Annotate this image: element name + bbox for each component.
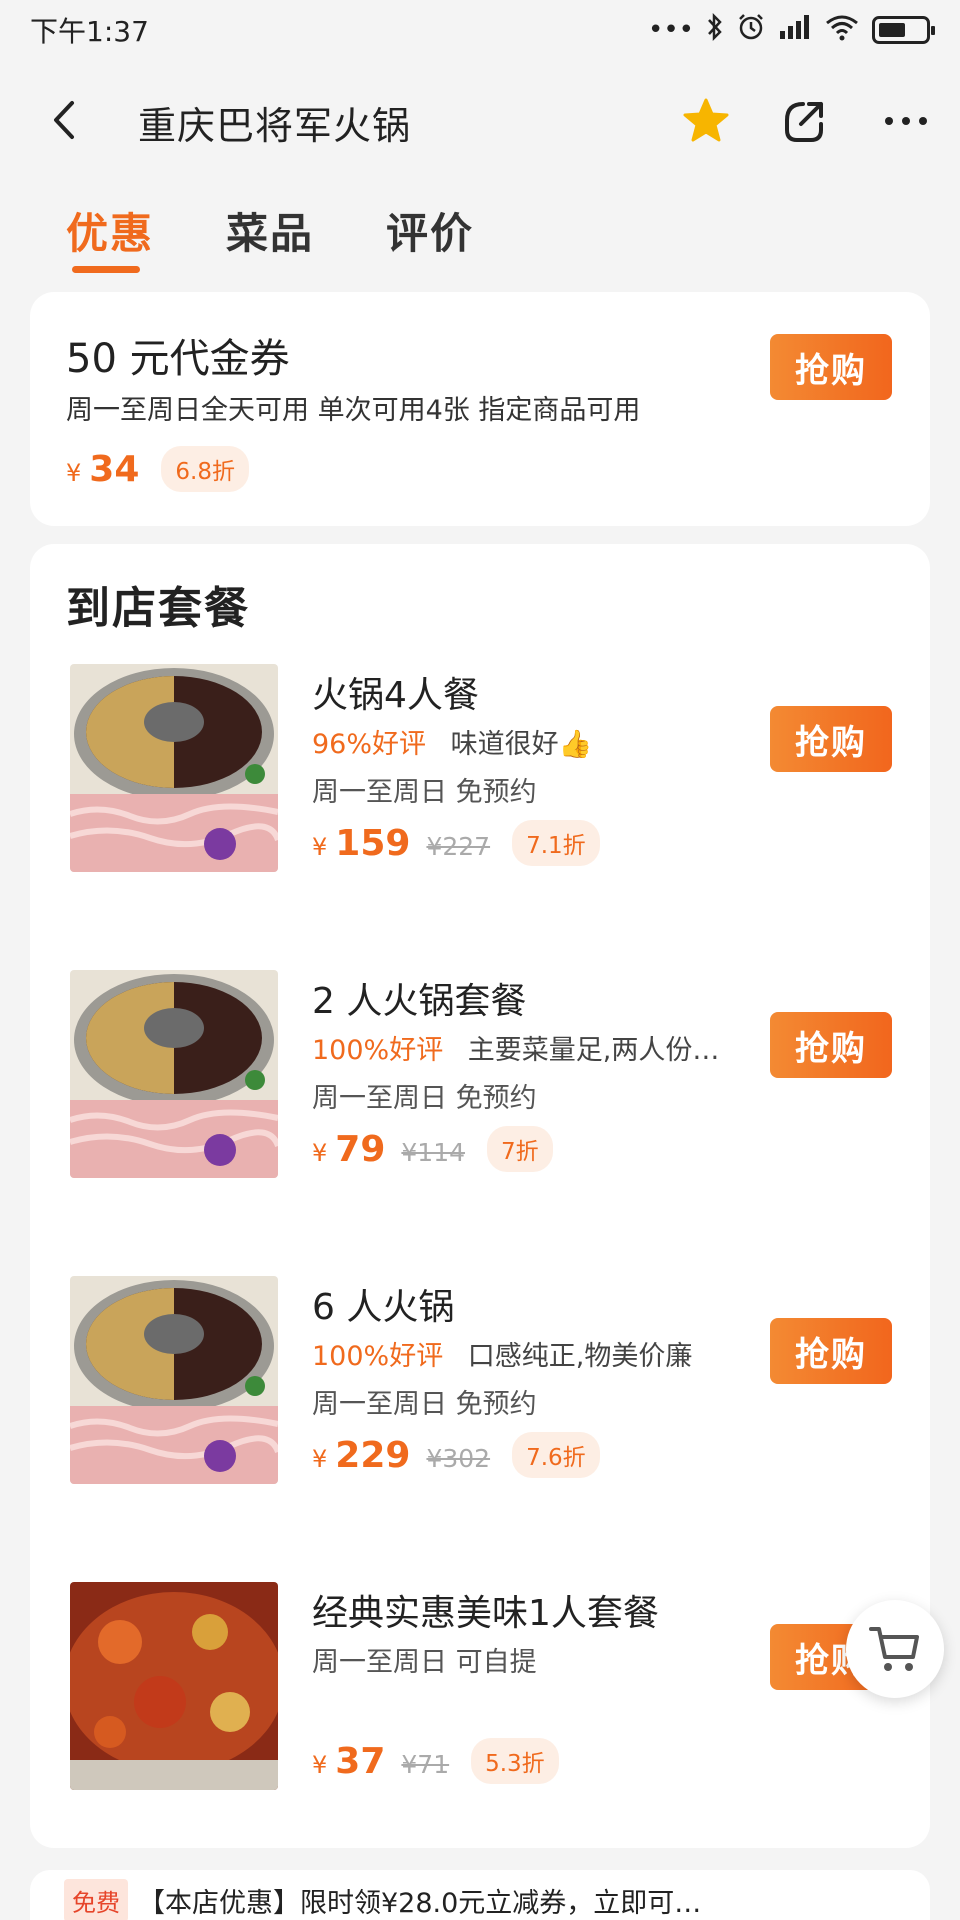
package-name: 经典实惠美味1人套餐 bbox=[312, 1593, 659, 1634]
discount-badge: 7折 bbox=[487, 1126, 553, 1172]
back-arrow-icon bbox=[54, 101, 74, 139]
currency-symbol: ¥ bbox=[66, 459, 82, 487]
hotpot-thumbnail bbox=[70, 664, 278, 872]
discount-badge: 5.3折 bbox=[471, 1738, 559, 1784]
original-price: ¥71 bbox=[401, 1749, 450, 1779]
discount-badge: 7.6折 bbox=[512, 1432, 600, 1478]
status-bar: 下午1:37 ••• bbox=[0, 0, 960, 60]
package-item[interactable]: 经典实惠美味1人套餐 周一至周日 可自提 ¥ 37 ¥71 5.3折 抢购 bbox=[30, 1582, 930, 1812]
package-buy-button[interactable]: 抢购 bbox=[770, 1318, 892, 1384]
cart-button[interactable] bbox=[846, 1600, 944, 1698]
rating-comment: 主要菜量足,两人份… bbox=[467, 1035, 720, 1066]
package-rating: 96%好评 味道很好👍 bbox=[312, 722, 592, 761]
signal-icon bbox=[778, 13, 812, 48]
tab-reviews[interactable]: 评价 bbox=[386, 200, 474, 261]
package-price-row: ¥ 79 ¥114 7折 bbox=[312, 1126, 553, 1172]
original-price: ¥227 bbox=[426, 831, 491, 861]
header: 重庆巴将军火锅 bbox=[0, 75, 960, 165]
spicy-hotpot-thumbnail bbox=[70, 1582, 278, 1790]
package-name: 2 人火锅套餐 bbox=[312, 981, 527, 1022]
package-availability: 周一至周日 免预约 bbox=[312, 777, 537, 808]
share-button[interactable] bbox=[776, 93, 832, 149]
package-buy-button[interactable]: 抢购 bbox=[770, 1012, 892, 1078]
section-title: 到店套餐 bbox=[66, 583, 250, 634]
tab-underline bbox=[72, 266, 140, 273]
rating-comment: 口感纯正,物美价廉 bbox=[467, 1341, 693, 1372]
hotpot-thumbnail bbox=[70, 1276, 278, 1484]
original-price: ¥302 bbox=[426, 1443, 491, 1473]
package-card: 到店套餐 火锅4人餐 96%好评 味道很好👍 周一至周日 免预约 ¥ 159 ¥… bbox=[30, 544, 930, 1848]
package-price: 37 bbox=[335, 1740, 386, 1782]
battery-icon bbox=[872, 16, 935, 44]
status-icons: ••• bbox=[647, 12, 935, 49]
package-item[interactable]: 2 人火锅套餐 100%好评 主要菜量足,两人份… 周一至周日 免预约 ¥ 79… bbox=[30, 970, 930, 1200]
rating-comment: 味道很好👍 bbox=[450, 729, 593, 760]
cart-icon bbox=[869, 1627, 919, 1671]
dots-icon: ••• bbox=[647, 15, 694, 45]
promo-text: 【本店优惠】限时领¥28.0元立减券，立即可… bbox=[138, 1887, 702, 1919]
discount-badge: 6.8折 bbox=[161, 446, 249, 492]
voucher-buy-button[interactable]: 抢购 bbox=[770, 334, 892, 400]
currency-symbol: ¥ bbox=[312, 1445, 328, 1473]
currency-symbol: ¥ bbox=[312, 833, 328, 861]
tab-dishes[interactable]: 菜品 bbox=[226, 200, 314, 261]
package-buy-button[interactable]: 抢购 bbox=[770, 706, 892, 772]
package-availability: 周一至周日 免预约 bbox=[312, 1389, 537, 1420]
voucher-card[interactable]: 50 元代金券 周一至周日全天可用 单次可用4张 指定商品可用 ¥ 34 6.8… bbox=[30, 292, 930, 526]
original-price: ¥114 bbox=[401, 1137, 466, 1167]
promo-bar[interactable]: 免费 【本店优惠】限时领¥28.0元立减券，立即可… bbox=[30, 1870, 930, 1920]
package-item[interactable]: 6 人火锅 100%好评 口感纯正,物美价廉 周一至周日 免预约 ¥ 229 ¥… bbox=[30, 1276, 930, 1506]
package-rating: 100%好评 主要菜量足,两人份… bbox=[312, 1028, 719, 1067]
voucher-title: 50 元代金券 bbox=[66, 336, 290, 382]
currency-symbol: ¥ bbox=[312, 1751, 328, 1779]
discount-badge: 7.1折 bbox=[512, 820, 600, 866]
tab-bar: 优惠 菜品 评价 bbox=[0, 200, 960, 280]
status-time: 下午1:37 bbox=[30, 15, 149, 48]
favorite-button[interactable] bbox=[678, 93, 734, 149]
star-icon bbox=[683, 98, 729, 142]
voucher-price: 34 bbox=[89, 448, 140, 490]
package-item[interactable]: 火锅4人餐 96%好评 味道很好👍 周一至周日 免预约 ¥ 159 ¥227 7… bbox=[30, 664, 930, 894]
package-price-row: ¥ 37 ¥71 5.3折 bbox=[312, 1738, 559, 1784]
voucher-price-row: ¥ 34 6.8折 bbox=[66, 446, 249, 492]
bluetooth-icon bbox=[706, 12, 724, 49]
voucher-desc: 周一至周日全天可用 单次可用4张 指定商品可用 bbox=[66, 395, 641, 426]
rating-percent: 96%好评 bbox=[312, 729, 427, 760]
more-icon bbox=[885, 117, 927, 125]
tab-offers[interactable]: 优惠 bbox=[66, 200, 154, 261]
package-price-row: ¥ 229 ¥302 7.6折 bbox=[312, 1432, 600, 1478]
package-name: 6 人火锅 bbox=[312, 1287, 455, 1328]
share-icon bbox=[785, 102, 823, 142]
currency-symbol: ¥ bbox=[312, 1139, 328, 1167]
promo-tag: 免费 bbox=[64, 1878, 128, 1920]
page-title: 重庆巴将军火锅 bbox=[138, 104, 412, 148]
package-availability: 周一至周日 可自提 bbox=[312, 1647, 537, 1678]
rating-percent: 100%好评 bbox=[312, 1341, 444, 1372]
package-name: 火锅4人餐 bbox=[312, 675, 479, 716]
hotpot-thumbnail bbox=[70, 970, 278, 1178]
more-button[interactable] bbox=[878, 93, 934, 149]
package-availability: 周一至周日 免预约 bbox=[312, 1083, 537, 1114]
package-price: 79 bbox=[335, 1128, 386, 1170]
package-price-row: ¥ 159 ¥227 7.1折 bbox=[312, 820, 600, 866]
rating-percent: 100%好评 bbox=[312, 1035, 444, 1066]
package-price: 159 bbox=[335, 822, 411, 864]
wifi-icon bbox=[824, 13, 860, 48]
package-price: 229 bbox=[335, 1434, 411, 1476]
alarm-icon bbox=[736, 12, 766, 49]
package-rating: 100%好评 口感纯正,物美价廉 bbox=[312, 1334, 692, 1373]
back-button[interactable] bbox=[42, 95, 92, 145]
